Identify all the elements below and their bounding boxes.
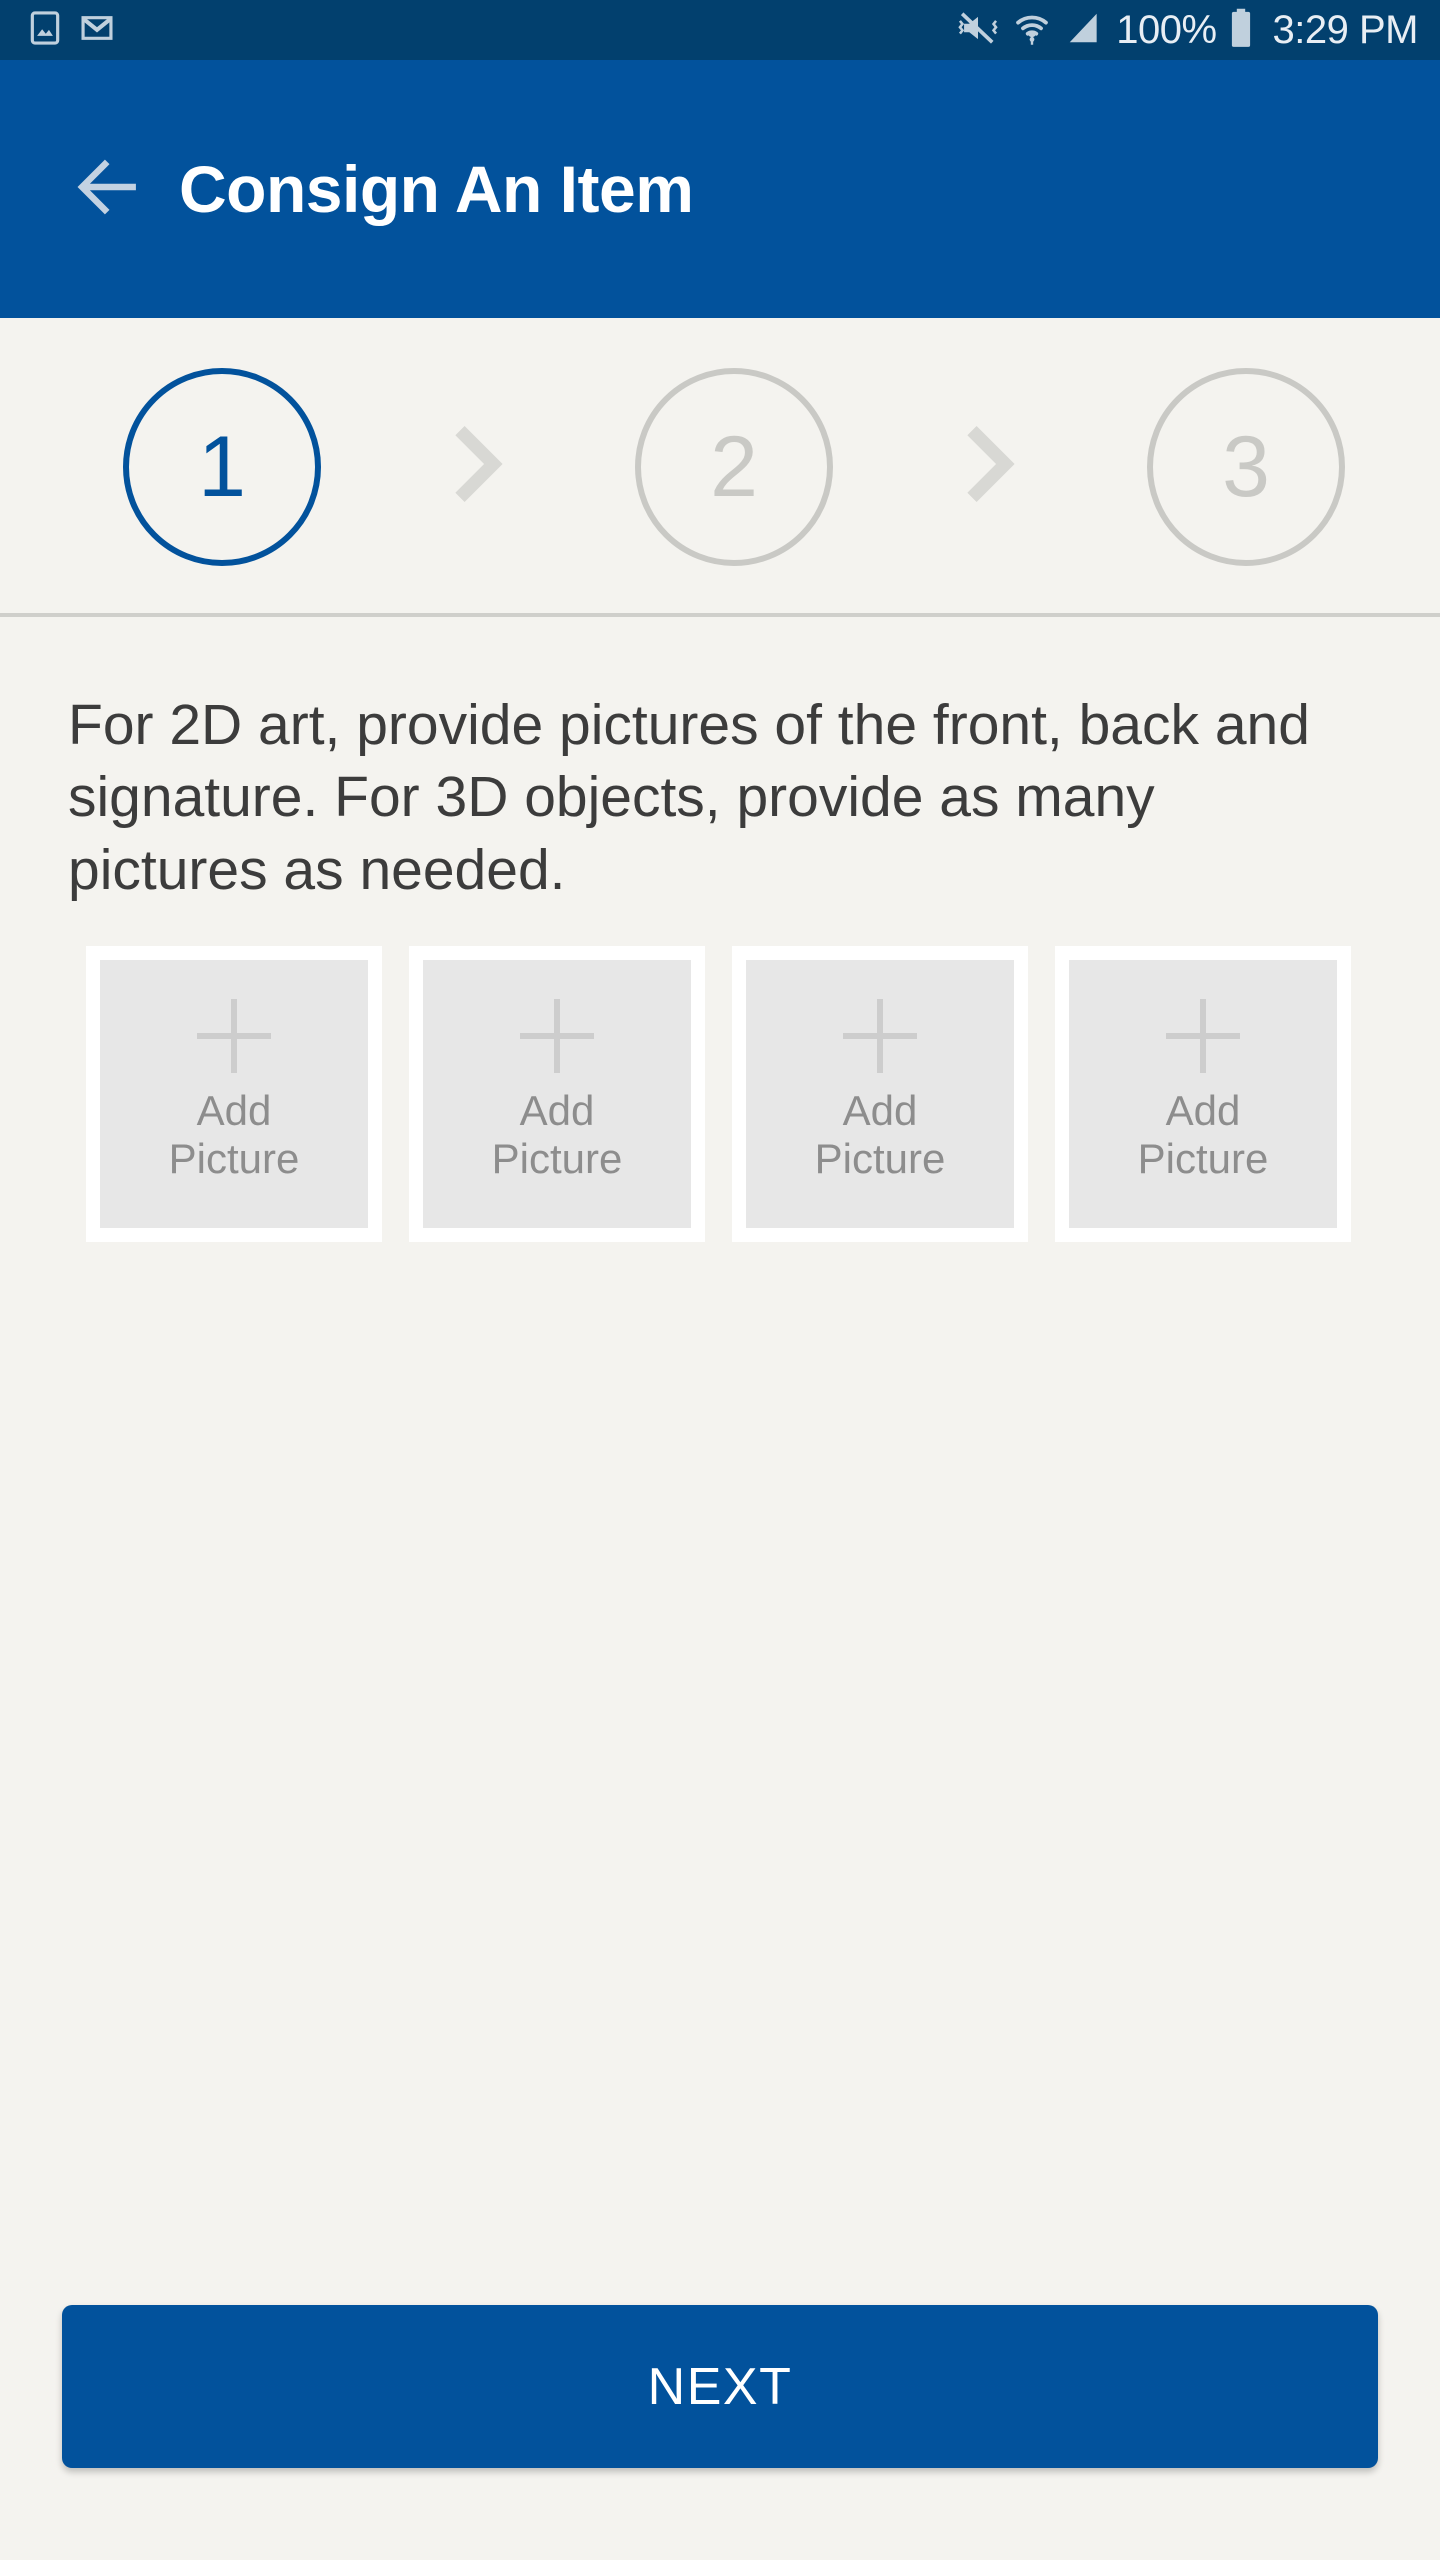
battery-percent-label: 100%	[1116, 8, 1217, 52]
plus-icon	[520, 999, 594, 1074]
step-separator-1	[321, 418, 635, 515]
arrow-left-icon	[71, 150, 145, 229]
app-bar: Consign An Item	[0, 60, 1440, 318]
add-picture-tile-3-inner: Add Picture	[746, 960, 1014, 1229]
add-picture-tile-4-inner: Add Picture	[1069, 960, 1337, 1229]
plus-icon	[197, 999, 271, 1074]
step-indicator: 1 2 3	[0, 318, 1440, 615]
plus-icon	[843, 999, 917, 1074]
add-picture-tile-2-inner: Add Picture	[423, 960, 691, 1229]
chevron-right-icon	[432, 418, 524, 515]
gallery-icon	[26, 9, 64, 52]
page-title: Consign An Item	[179, 152, 694, 226]
wifi-icon	[1012, 9, 1052, 52]
status-bar-notifications	[26, 9, 116, 52]
back-button[interactable]	[62, 143, 154, 235]
instruction-text: For 2D art, provide pictures of the fron…	[68, 693, 1310, 902]
cellular-signal-icon	[1065, 9, 1103, 52]
step-3-label: 3	[1222, 418, 1270, 515]
add-picture-tile-2-label: Add Picture	[491, 1087, 623, 1183]
app-screen: 100% 3:29 PM Consign An Item 1 2 3 For 2…	[0, 0, 1440, 2560]
main-content: For 2D art, provide pictures of the fron…	[0, 617, 1440, 1243]
add-picture-tile-3[interactable]: Add Picture	[732, 946, 1028, 1243]
step-1-label: 1	[198, 418, 246, 515]
add-picture-tile-2[interactable]: Add Picture	[409, 946, 705, 1243]
add-picture-tile-4[interactable]: Add Picture	[1055, 946, 1351, 1243]
plus-icon	[1166, 999, 1240, 1074]
add-picture-tile-1[interactable]: Add Picture	[86, 946, 382, 1243]
battery-icon	[1228, 7, 1254, 54]
step-separator-2	[833, 418, 1147, 515]
chevron-right-icon	[944, 418, 1036, 515]
step-1[interactable]: 1	[123, 367, 321, 566]
add-picture-tile-1-inner: Add Picture	[100, 960, 368, 1229]
status-bar-system: 100% 3:29 PM	[957, 7, 1419, 54]
status-bar: 100% 3:29 PM	[0, 0, 1440, 60]
step-3[interactable]: 3	[1147, 367, 1345, 566]
picture-tiles: Add Picture Add Picture Add Picture Add …	[0, 906, 1440, 1243]
gmail-icon	[78, 9, 116, 52]
add-picture-tile-1-label: Add Picture	[168, 1087, 300, 1183]
add-picture-tile-4-label: Add Picture	[1137, 1087, 1269, 1183]
add-picture-tile-3-label: Add Picture	[814, 1087, 946, 1183]
next-button[interactable]: NEXT	[62, 2305, 1378, 2468]
mute-vibrate-icon	[957, 9, 999, 52]
status-bar-clock: 3:29 PM	[1272, 8, 1419, 52]
step-2[interactable]: 2	[635, 367, 833, 566]
step-2-label: 2	[710, 418, 758, 515]
